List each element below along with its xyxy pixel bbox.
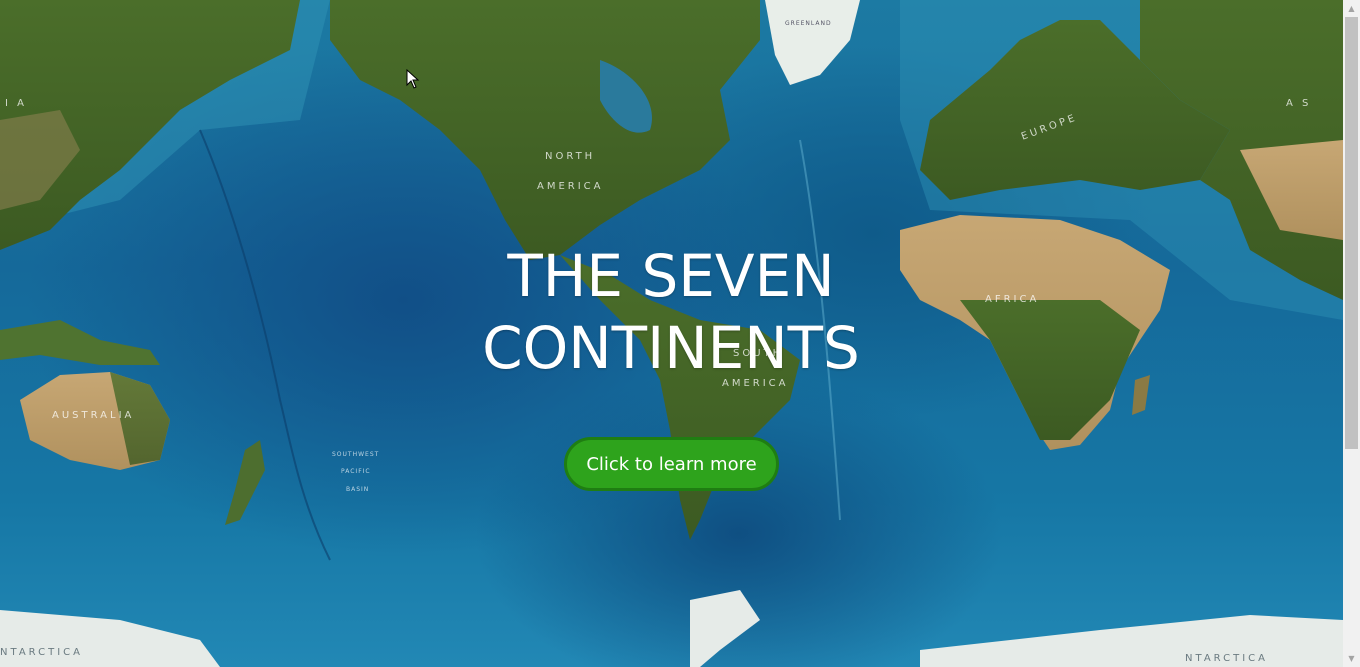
map-label-sw-pacific-2: PACIFIC bbox=[341, 468, 371, 475]
map-label-north-america: NORTH bbox=[545, 151, 596, 162]
map-label-antarctica-left: NTARCTICA bbox=[0, 647, 83, 658]
scroll-down-icon[interactable]: ▼ bbox=[1343, 650, 1360, 667]
arrow-cursor-icon bbox=[406, 69, 420, 89]
hero-section: NORTH AMERICA SOUTH AMERICA EUROPE AFRIC… bbox=[0, 0, 1343, 667]
page-title-line-1: THE SEVEN bbox=[507, 242, 835, 310]
map-label-asia-left: I A bbox=[5, 98, 27, 109]
scroll-up-icon[interactable]: ▲ bbox=[1343, 0, 1360, 17]
map-label-sw-pacific-3: BASIN bbox=[346, 486, 370, 493]
map-label-australia: AUSTRALIA bbox=[52, 410, 135, 421]
map-label-sw-pacific-1: SOUTHWEST bbox=[332, 451, 380, 458]
learn-more-button[interactable]: Click to learn more bbox=[564, 437, 779, 491]
map-label-north-america-2: AMERICA bbox=[537, 181, 604, 192]
map-label-antarctica-right: NTARCTICA bbox=[1185, 653, 1268, 664]
map-label-africa: AFRICA bbox=[985, 294, 1040, 305]
map-label-asia-right: A S bbox=[1286, 98, 1312, 109]
scrollbar-thumb[interactable] bbox=[1345, 17, 1358, 449]
vertical-scrollbar[interactable]: ▲ ▼ bbox=[1343, 0, 1360, 667]
map-label-greenland: GREENLAND bbox=[785, 20, 832, 27]
page-title: THE SEVEN CONTINENTS bbox=[421, 240, 921, 384]
page-title-line-2: CONTINENTS bbox=[482, 314, 860, 382]
map-label-europe: EUROPE bbox=[1019, 112, 1079, 143]
